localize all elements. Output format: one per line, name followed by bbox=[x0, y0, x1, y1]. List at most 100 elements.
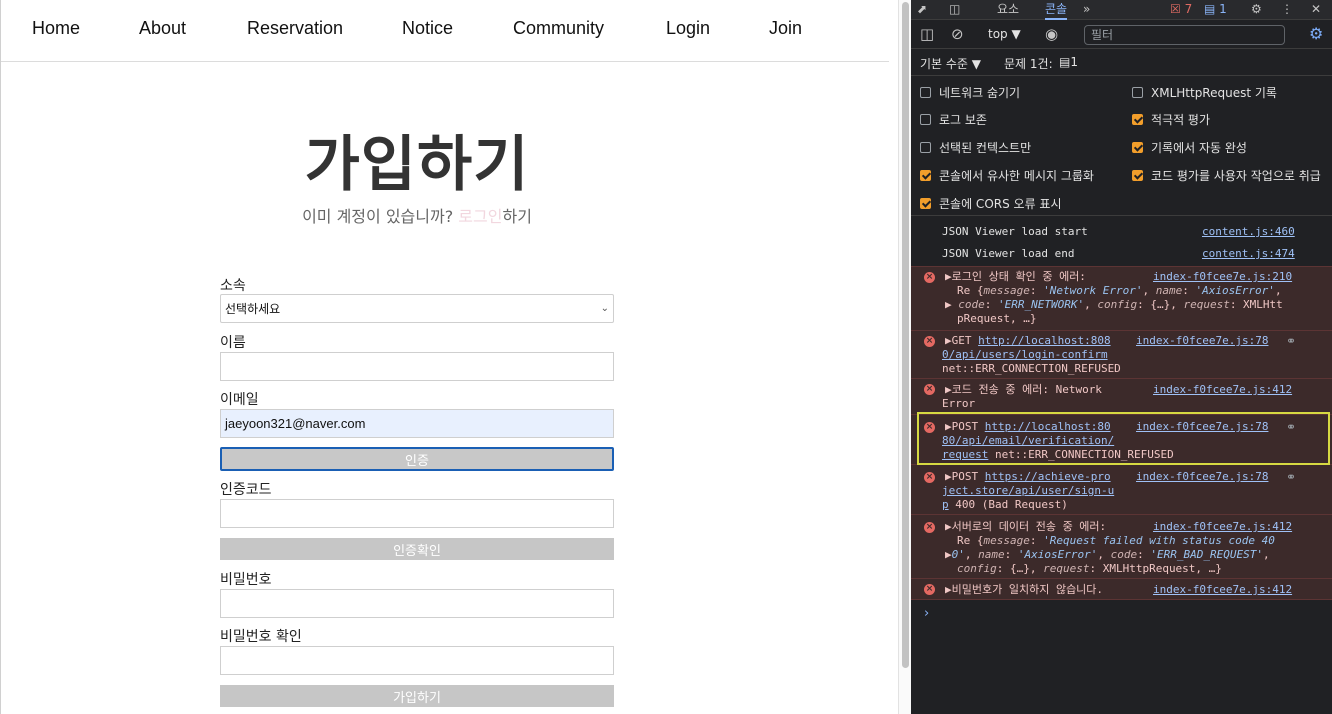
error-count-badge[interactable]: ☒ 7 bbox=[1170, 0, 1192, 20]
nav-join[interactable]: Join bbox=[769, 18, 802, 39]
message-prefix[interactable]: ▶GET bbox=[945, 334, 978, 347]
detail-part: 0' bbox=[951, 548, 965, 561]
eye-icon[interactable]: ◉ bbox=[1045, 25, 1058, 43]
page-scrollbar[interactable] bbox=[898, 0, 911, 714]
detail-part: name bbox=[1155, 284, 1183, 297]
nav-notice[interactable]: Notice bbox=[402, 18, 453, 39]
option-label: 선택된 컨텍스트만 bbox=[939, 141, 1032, 155]
message-text[interactable]: ▶코드 전송 중 에러: Network bbox=[945, 383, 1102, 397]
globe-icon: ⚭ bbox=[1286, 420, 1297, 434]
option-selected-context[interactable]: 선택된 컨텍스트만 bbox=[920, 139, 1031, 156]
password-confirm-input[interactable] bbox=[220, 646, 614, 675]
source-link[interactable]: index-f0fcee7e.js:412 bbox=[1153, 583, 1292, 597]
detail-part: name bbox=[978, 548, 1005, 561]
message-text: JSON Viewer load start bbox=[942, 225, 1088, 238]
console-toolbar: ◫ ⊘ top ▼ ◉ 필터 ⚙ bbox=[911, 21, 1332, 49]
message-text[interactable]: ▶비밀번호가 일치하지 않습니다. bbox=[945, 583, 1103, 597]
nav-login[interactable]: Login bbox=[666, 18, 710, 39]
console-error: × ▶로그인 상태 확인 중 에러: index-f0fcee7e.js:210… bbox=[911, 266, 1332, 330]
sidebar-toggle-icon[interactable]: ◫ bbox=[920, 25, 934, 43]
name-input[interactable] bbox=[220, 352, 614, 381]
option-label: XMLHttpRequest 기록 bbox=[1151, 86, 1277, 100]
verify-email-button[interactable]: 인증 bbox=[220, 447, 614, 471]
source-link[interactable]: content.js:460 bbox=[1202, 225, 1295, 239]
option-eager-eval[interactable]: 적극적 평가 bbox=[1132, 111, 1210, 128]
error-icon: × bbox=[924, 272, 935, 283]
message-text[interactable]: ▶로그인 상태 확인 중 에러: bbox=[945, 270, 1086, 284]
source-link[interactable]: index-f0fcee7e.js:78 bbox=[1136, 334, 1268, 348]
confirm-code-button[interactable]: 인증확인 bbox=[220, 538, 614, 560]
page-scrollbar-thumb[interactable] bbox=[902, 2, 909, 668]
option-hide-network[interactable]: 네트워크 숨기기 bbox=[920, 84, 1020, 101]
option-cors-errors[interactable]: 콘솔에 CORS 오류 표시 bbox=[920, 195, 1062, 212]
message-prefix[interactable]: ▶POST bbox=[945, 470, 985, 483]
option-group-similar[interactable]: 콘솔에서 유사한 메시지 그룹화 bbox=[920, 167, 1094, 184]
issues-count-badge[interactable]: ▤ 1 bbox=[1059, 55, 1078, 69]
request-url-cont[interactable]: 80/api/email/verification/ bbox=[942, 434, 1114, 448]
console-filter-input[interactable]: 필터 bbox=[1084, 25, 1285, 45]
message-tail: net::ERR_CONNECTION_REFUSED bbox=[942, 362, 1121, 375]
log-level-select[interactable]: 기본 수준 ▼ bbox=[920, 55, 981, 72]
message-prefix[interactable]: ▶POST bbox=[945, 420, 985, 433]
console-levels-bar: 기본 수준 ▼ 문제 1건: ▤ 1 bbox=[911, 50, 1332, 76]
source-link[interactable]: index-f0fcee7e.js:78 bbox=[1136, 470, 1268, 484]
nav-reservation[interactable]: Reservation bbox=[247, 18, 343, 39]
code-input[interactable] bbox=[220, 499, 614, 528]
option-preserve-log[interactable]: 로그 보존 bbox=[920, 111, 987, 128]
option-label: 네트워크 숨기기 bbox=[939, 86, 1021, 100]
request-url[interactable]: http://localhost:80 bbox=[985, 420, 1111, 433]
nav-about[interactable]: About bbox=[139, 18, 186, 39]
info-count: 1 bbox=[1219, 2, 1227, 16]
info-count-badge[interactable]: ▤ 1 bbox=[1204, 0, 1227, 20]
source-link[interactable]: index-f0fcee7e.js:412 bbox=[1153, 520, 1292, 534]
checkbox-icon bbox=[920, 87, 931, 98]
message-detail: config: {…}, request: XMLHttpRequest, …} bbox=[957, 562, 1222, 576]
option-label: 콘솔에서 유사한 메시지 그룹화 bbox=[939, 169, 1094, 183]
message-detail[interactable]: ▶0', name: 'AxiosError', code: 'ERR_BAD_… bbox=[945, 548, 1270, 562]
context-select[interactable]: top ▼ bbox=[988, 27, 1021, 41]
nav-community[interactable]: Community bbox=[513, 18, 604, 39]
source-link[interactable]: index-f0fcee7e.js:78 bbox=[1136, 420, 1268, 434]
password-input[interactable] bbox=[220, 589, 614, 618]
close-icon[interactable]: ✕ bbox=[1311, 0, 1321, 20]
request-url-cont[interactable]: ject.store/api/user/sign-u bbox=[942, 484, 1114, 498]
option-autocomplete[interactable]: 기록에서 자동 완성 bbox=[1132, 139, 1247, 156]
more-tabs-button[interactable]: » bbox=[1083, 0, 1090, 20]
option-user-gesture[interactable]: 코드 평가를 사용자 작업으로 취급 bbox=[1132, 167, 1321, 184]
console-settings-icon[interactable]: ⚙ bbox=[1309, 24, 1323, 43]
message-text[interactable]: ▶서버로의 데이터 전송 중 에러: bbox=[945, 520, 1106, 534]
tab-console[interactable]: 콘솔 bbox=[1045, 0, 1068, 20]
request-url[interactable]: http://localhost:808 bbox=[978, 334, 1110, 347]
request-url-end[interactable]: request bbox=[942, 448, 988, 461]
option-log-xhr[interactable]: XMLHttpRequest 기록 bbox=[1132, 84, 1277, 101]
request-url-end[interactable]: p bbox=[942, 498, 949, 511]
login-link[interactable]: 로그인 bbox=[458, 207, 502, 226]
detail-part: , bbox=[1142, 284, 1156, 297]
console-prompt[interactable]: › bbox=[924, 606, 929, 621]
issues-count: 1 bbox=[1070, 55, 1078, 69]
console-error: × ▶POST http://localhost:80 index-f0fcee… bbox=[911, 414, 1332, 464]
clear-console-icon[interactable]: ⊘ bbox=[951, 25, 964, 43]
checkbox-checked-icon bbox=[920, 170, 931, 181]
message-detail[interactable]: ▶ code: 'ERR_NETWORK', config: {…}, requ… bbox=[945, 298, 1283, 312]
source-link[interactable]: index-f0fcee7e.js:210 bbox=[1153, 270, 1292, 284]
request-url-cont[interactable]: 0/api/users/login-confirm bbox=[942, 348, 1108, 362]
message-text: JSON Viewer load end bbox=[942, 247, 1075, 260]
device-toolbar-icon[interactable]: ◫ bbox=[949, 0, 960, 20]
tab-elements[interactable]: 요소 bbox=[997, 0, 1019, 20]
email-input[interactable]: jaeyoon321@naver.com bbox=[220, 409, 614, 438]
detail-part: ▶ bbox=[945, 548, 952, 561]
source-link[interactable]: index-f0fcee7e.js:412 bbox=[1153, 383, 1292, 397]
screen: Home About Reservation Notice Community … bbox=[0, 0, 1332, 714]
request-url[interactable]: https://achieve-pro bbox=[985, 470, 1111, 483]
more-options-icon[interactable]: ⋮ bbox=[1281, 0, 1293, 20]
message-text: ▶GET http://localhost:808 bbox=[945, 334, 1111, 348]
submit-signup-button[interactable]: 가입하기 bbox=[220, 685, 614, 707]
affiliation-select[interactable]: 선택하세요 ⌄ bbox=[220, 294, 614, 323]
password-confirm-label: 비밀번호 확인 bbox=[220, 629, 302, 645]
settings-icon[interactable]: ⚙ bbox=[1251, 0, 1262, 20]
divider bbox=[911, 215, 1332, 216]
inspect-element-icon[interactable]: ⬈ bbox=[917, 0, 927, 20]
source-link[interactable]: content.js:474 bbox=[1202, 247, 1295, 261]
nav-home[interactable]: Home bbox=[32, 18, 80, 39]
